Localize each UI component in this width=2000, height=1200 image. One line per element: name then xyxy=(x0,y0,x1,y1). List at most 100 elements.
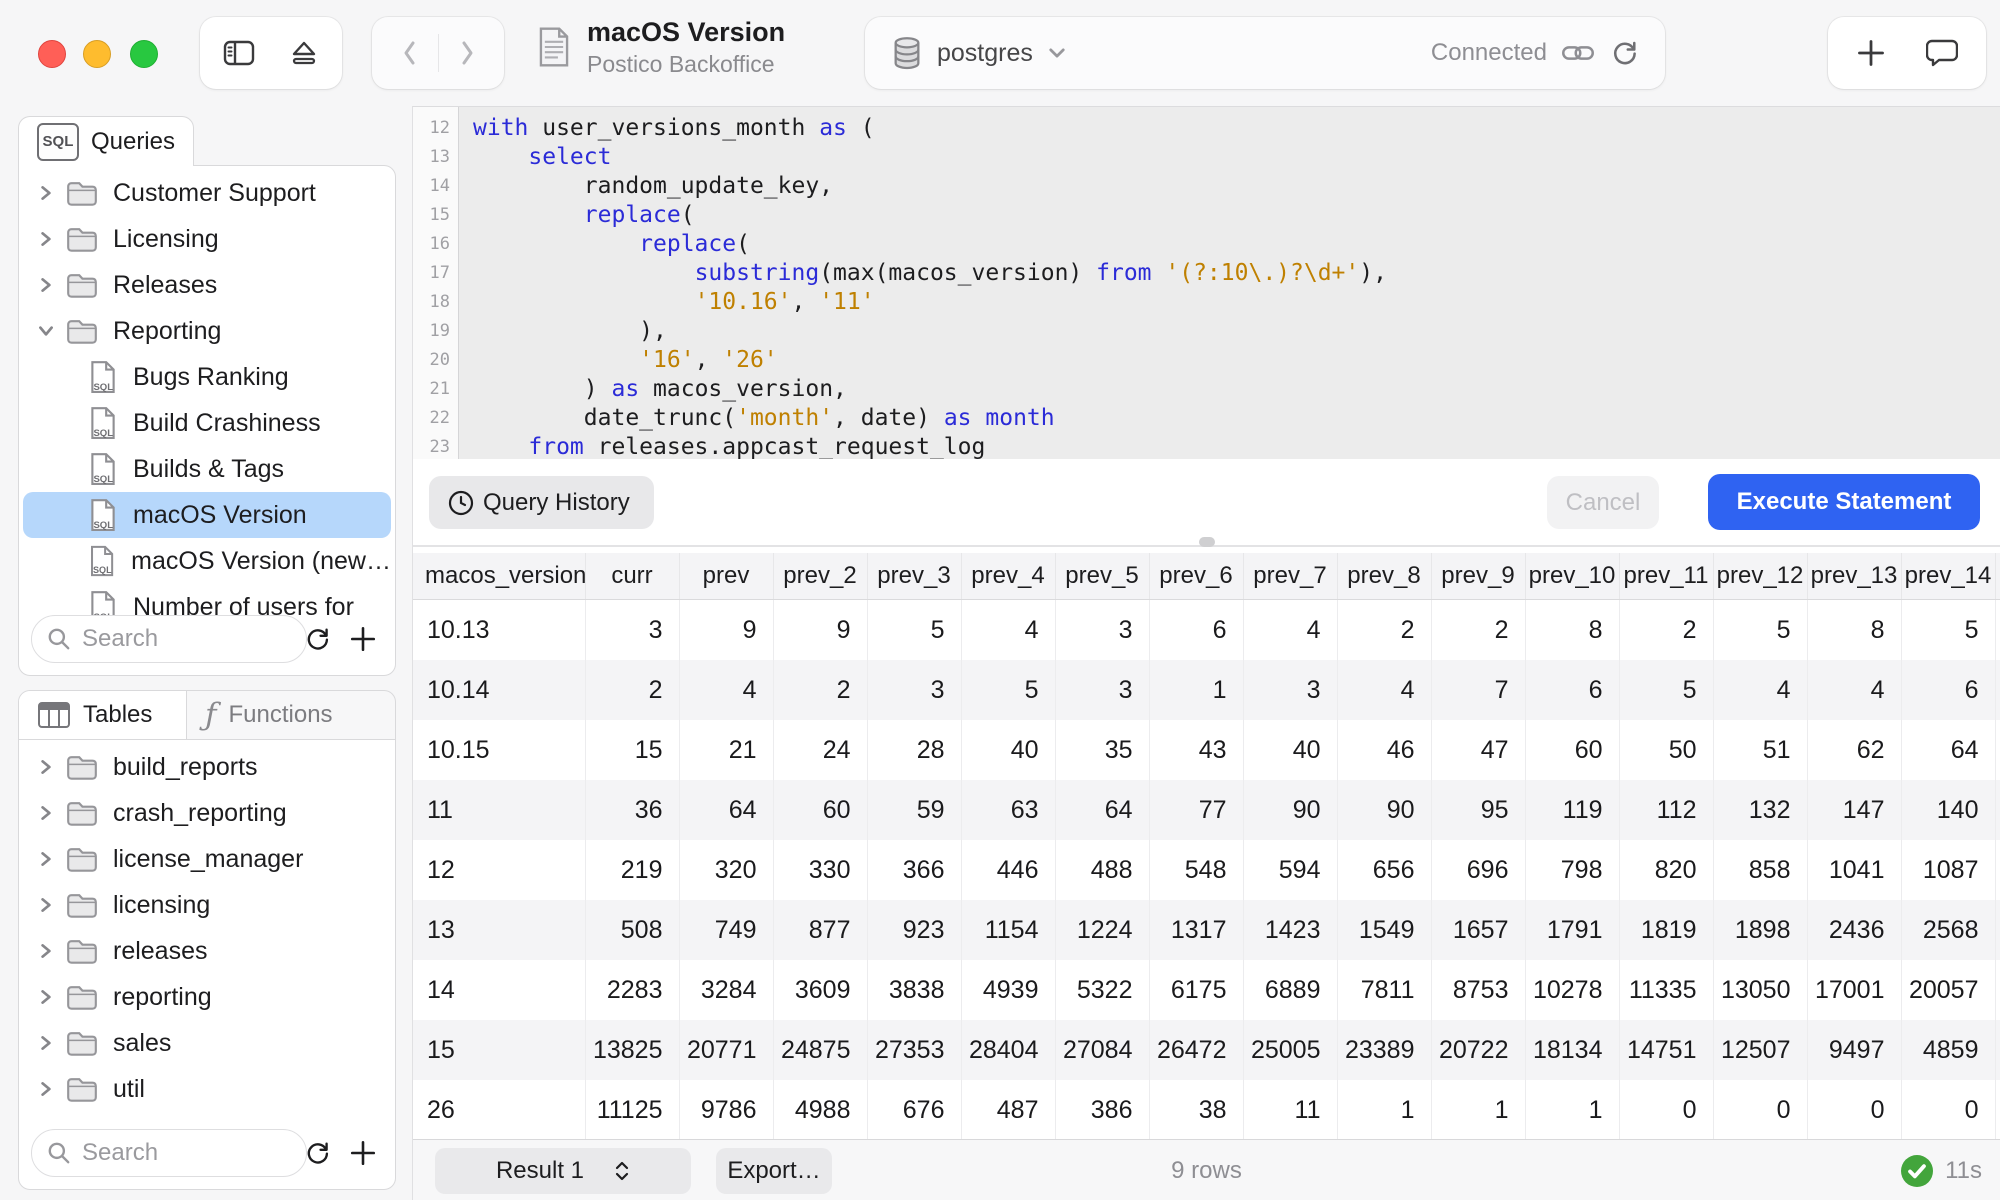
cell-prev-10.14[interactable]: 4 xyxy=(679,660,773,720)
tables-search-field[interactable] xyxy=(31,1129,307,1177)
cell-prev_13-13[interactable]: 2436 xyxy=(1807,900,1901,960)
cell-prev_8-10.13[interactable]: 2 xyxy=(1337,600,1431,661)
cell-prev_11-10.14[interactable]: 5 xyxy=(1619,660,1713,720)
cell-prev_9-14[interactable]: 8753 xyxy=(1431,960,1525,1020)
cell-prev_9-10.13[interactable]: 2 xyxy=(1431,600,1525,661)
cell-prev_7-10.15[interactable]: 40 xyxy=(1243,720,1337,780)
sidebar-table-item-util[interactable]: util xyxy=(23,1066,391,1112)
cell-prev_5-26[interactable]: 386 xyxy=(1055,1080,1149,1139)
new-item-plus-icon[interactable] xyxy=(1856,38,1886,68)
cell-prev_6-13[interactable]: 1317 xyxy=(1149,900,1243,960)
cell-prev_12-10.14[interactable]: 4 xyxy=(1713,660,1807,720)
column-header-prev-11[interactable]: prev_11 xyxy=(1619,553,1713,600)
editor-line-17[interactable]: 17 substring(max(macos_version) from '(?… xyxy=(413,259,2000,288)
column-header-prev-5[interactable]: prev_5 xyxy=(1055,553,1149,600)
reconnect-refresh-icon[interactable] xyxy=(1609,38,1639,68)
cell-prev_3-26[interactable]: 676 xyxy=(867,1080,961,1139)
cell-prev_2-10.13[interactable]: 9 xyxy=(773,600,867,661)
cell-prev_12-12[interactable]: 858 xyxy=(1713,840,1807,900)
chevron-collapsed-icon[interactable] xyxy=(31,184,61,202)
cell-prev_8-12[interactable]: 656 xyxy=(1337,840,1431,900)
cell-prev_14-14[interactable]: 20057 xyxy=(1901,960,1995,1020)
queries-add-button[interactable] xyxy=(343,619,383,659)
column-header-prev-14[interactable]: prev_14 xyxy=(1901,553,1995,600)
editor-line-19[interactable]: 19 ), xyxy=(413,317,2000,346)
cell-prev_5-15[interactable]: 27084 xyxy=(1055,1020,1149,1080)
execute-statement-button[interactable]: Execute Statement xyxy=(1708,474,1980,530)
cell-prev_4-26[interactable]: 487 xyxy=(961,1080,1055,1139)
sidebar-table-item-releases[interactable]: releases xyxy=(23,928,391,974)
cell-prev_7-26[interactable]: 11 xyxy=(1243,1080,1337,1139)
chevron-collapsed-icon[interactable] xyxy=(31,804,61,822)
cell-prev_5-10.15[interactable]: 35 xyxy=(1055,720,1149,780)
chevron-collapsed-icon[interactable] xyxy=(31,230,61,248)
editor-line-16[interactable]: 16 replace( xyxy=(413,230,2000,259)
sidebar-query-item-builds-tags[interactable]: Builds & Tags xyxy=(23,446,391,492)
chevron-collapsed-icon[interactable] xyxy=(31,850,61,868)
chevron-collapsed-icon[interactable] xyxy=(31,1034,61,1052)
column-header-prev[interactable]: prev xyxy=(679,553,773,600)
cell-prev-10.15[interactable]: 21 xyxy=(679,720,773,780)
cell-prev_8-10.14[interactable]: 4 xyxy=(1337,660,1431,720)
cell-prev_13-12[interactable]: 1041 xyxy=(1807,840,1901,900)
cell-prev_10-10.14[interactable]: 6 xyxy=(1525,660,1619,720)
cell-prev-10.13[interactable]: 9 xyxy=(679,600,773,661)
cell-prev_2-15[interactable]: 24875 xyxy=(773,1020,867,1080)
cell-macos_version-11[interactable]: 11 xyxy=(413,780,585,840)
sidebar-table-item-build-reports[interactable]: build_reports xyxy=(23,744,391,790)
sidebar-query-item-macos-version[interactable]: macOS Version xyxy=(23,492,391,538)
sidebar-toggle-icon[interactable] xyxy=(223,40,255,66)
cell-prev_12-15[interactable]: 12507 xyxy=(1713,1020,1807,1080)
cell-prev_7-10.13[interactable]: 4 xyxy=(1243,600,1337,661)
sql-editor[interactable]: 1112with user_versions_month as (13 sele… xyxy=(413,107,2000,459)
column-header-prev-9[interactable]: prev_9 xyxy=(1431,553,1525,600)
cell-prev_8-10.15[interactable]: 46 xyxy=(1337,720,1431,780)
tab-queries[interactable]: SQL Queries xyxy=(18,116,194,166)
cell-prev_11-13[interactable]: 1819 xyxy=(1619,900,1713,960)
cell-prev_11-10.13[interactable]: 2 xyxy=(1619,600,1713,661)
column-header-prev-4[interactable]: prev_4 xyxy=(961,553,1055,600)
cell-prev-11[interactable]: 64 xyxy=(679,780,773,840)
cell-prev_7-13[interactable]: 1423 xyxy=(1243,900,1337,960)
cell-prev_3-15[interactable]: 27353 xyxy=(867,1020,961,1080)
cell-prev_5-11[interactable]: 64 xyxy=(1055,780,1149,840)
chevron-down-icon[interactable] xyxy=(1047,43,1067,63)
cell-prev-26[interactable]: 9786 xyxy=(679,1080,773,1139)
back-button[interactable] xyxy=(382,27,438,79)
tables-search-input[interactable] xyxy=(80,1138,274,1168)
cell-prev_14-11[interactable]: 140 xyxy=(1901,780,1995,840)
sidebar-table-item-sales[interactable]: sales xyxy=(23,1020,391,1066)
cell-curr-12[interactable]: 219 xyxy=(585,840,679,900)
cell-prev_6-14[interactable]: 6175 xyxy=(1149,960,1243,1020)
sidebar-table-item-licensing[interactable]: licensing xyxy=(23,882,391,928)
chevron-collapsed-icon[interactable] xyxy=(31,1080,61,1098)
cell-prev_6-10.15[interactable]: 43 xyxy=(1149,720,1243,780)
cell-prev_10-15[interactable]: 18134 xyxy=(1525,1020,1619,1080)
cell-prev_9-13[interactable]: 1657 xyxy=(1431,900,1525,960)
cell-prev_13-10.15[interactable]: 62 xyxy=(1807,720,1901,780)
queries-search-field[interactable] xyxy=(31,615,307,663)
chevron-collapsed-icon[interactable] xyxy=(31,942,61,960)
cell-prev_6-15[interactable]: 26472 xyxy=(1149,1020,1243,1080)
cell-prev_11-11[interactable]: 112 xyxy=(1619,780,1713,840)
editor-line-15[interactable]: 15 replace( xyxy=(413,201,2000,230)
sidebar-table-item-crash-reporting[interactable]: crash_reporting xyxy=(23,790,391,836)
cell-prev_14-12[interactable]: 1087 xyxy=(1901,840,1995,900)
cell-curr-15[interactable]: 13825 xyxy=(585,1020,679,1080)
cell-prev_3-11[interactable]: 59 xyxy=(867,780,961,840)
cell-prev_4-10.13[interactable]: 4 xyxy=(961,600,1055,661)
column-header-prev-12[interactable]: prev_12 xyxy=(1713,553,1807,600)
column-header-prev-8[interactable]: prev_8 xyxy=(1337,553,1431,600)
editor-line-12[interactable]: 12with user_versions_month as ( xyxy=(413,114,2000,143)
chevron-collapsed-icon[interactable] xyxy=(31,988,61,1006)
sidebar-query-item-licensing[interactable]: Licensing xyxy=(23,216,391,262)
tab-tables[interactable]: Tables xyxy=(19,691,187,739)
cell-prev_2-10.15[interactable]: 24 xyxy=(773,720,867,780)
cell-macos_version-12[interactable]: 12 xyxy=(413,840,585,900)
cell-prev_11-15[interactable]: 14751 xyxy=(1619,1020,1713,1080)
editor-line-23[interactable]: 23 from releases.appcast_request_log xyxy=(413,433,2000,459)
cell-prev_10-11[interactable]: 119 xyxy=(1525,780,1619,840)
sidebar-query-item-customer-support[interactable]: Customer Support xyxy=(23,170,391,216)
editor-line-21[interactable]: 21 ) as macos_version, xyxy=(413,375,2000,404)
cell-prev-13[interactable]: 749 xyxy=(679,900,773,960)
